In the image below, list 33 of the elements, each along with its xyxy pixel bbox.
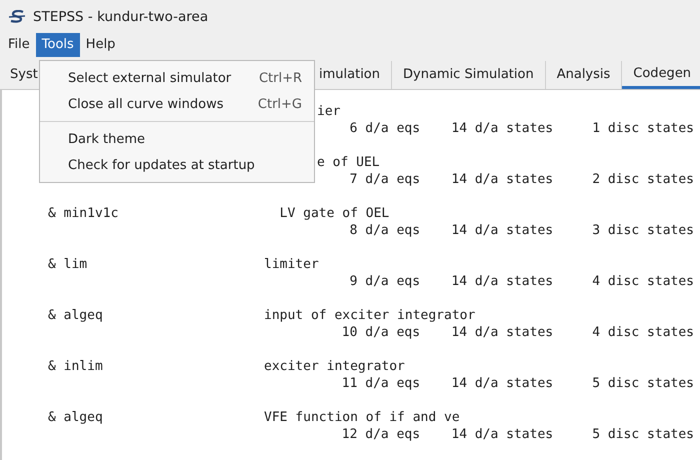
module-name: & min1v1c bbox=[47, 205, 120, 222]
app-logo-icon bbox=[9, 10, 25, 24]
module-name: & lim bbox=[47, 256, 88, 273]
tab[interactable]: Dynamic Simulation bbox=[392, 60, 546, 89]
window-title: STEPSS - kundur-two-area bbox=[33, 8, 208, 25]
module-description: e of UEL bbox=[317, 154, 380, 171]
menu-item[interactable]: Help bbox=[80, 33, 122, 57]
module-description: ier bbox=[317, 103, 340, 120]
module-description: limiter bbox=[264, 256, 319, 273]
module-name: & algeq bbox=[47, 307, 104, 324]
module-description: exciter integrator bbox=[264, 358, 405, 375]
menu-option[interactable]: Close all curve windows bbox=[68, 96, 224, 112]
state-counts: 8 d/a eqs 14 d/a states 3 disc states bbox=[350, 222, 694, 239]
module-name: & inlim bbox=[47, 358, 104, 375]
shortcut-label: Ctrl+R bbox=[258, 70, 302, 86]
menu-option[interactable]: Check for updates at startup bbox=[68, 158, 255, 172]
menu-item[interactable]: Tools bbox=[36, 33, 80, 57]
shortcut-label: Ctrl+G bbox=[258, 96, 302, 112]
tab[interactable]: imulation bbox=[319, 60, 392, 89]
menu-option[interactable]: Dark theme bbox=[68, 132, 145, 146]
module-name: & algeq bbox=[47, 409, 104, 426]
state-counts: 11 d/a eqs 14 d/a states 5 disc states bbox=[342, 375, 694, 392]
state-counts: 9 d/a eqs 14 d/a states 4 disc states bbox=[350, 273, 694, 290]
state-counts: 10 d/a eqs 14 d/a states 4 disc states bbox=[342, 324, 694, 341]
menu-option[interactable]: Select external simulator bbox=[68, 70, 232, 86]
state-counts: 12 d/a eqs 14 d/a states 5 disc states bbox=[342, 426, 694, 443]
state-counts: 7 d/a eqs 14 d/a states 2 disc states bbox=[350, 171, 694, 188]
state-counts: 6 d/a eqs 14 d/a states 1 disc states bbox=[350, 120, 694, 137]
tab[interactable]: Analysis bbox=[546, 60, 622, 89]
module-description: input of exciter integrator bbox=[264, 307, 476, 324]
module-description: LV gate of OEL bbox=[278, 205, 390, 222]
module-description: VFE function of if and ve bbox=[264, 409, 460, 426]
menu-item[interactable]: File bbox=[2, 33, 36, 57]
